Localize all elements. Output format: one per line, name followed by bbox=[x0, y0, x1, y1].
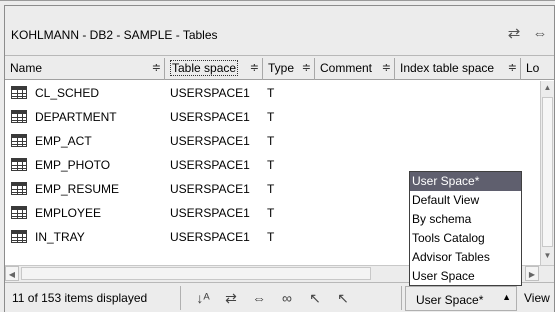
view-dropdown-menu: User Space* Default View By schema Tools… bbox=[409, 171, 522, 286]
tables-panel: KOHLMANN - DB2 - SAMPLE - Tables ⇄ ⇔ Nam… bbox=[4, 5, 555, 312]
sort-toggle-icon[interactable]: ≑ bbox=[302, 58, 311, 79]
status-bar: 11 of 153 items displayed ↓ᴬ ⇄ ⇔ ∞ ↖ ↖ U… bbox=[5, 282, 554, 312]
table-tablespace: USERSPACE1 bbox=[170, 206, 250, 220]
table-type: T bbox=[267, 182, 275, 196]
sort-az-icon[interactable]: ↓ᴬ bbox=[193, 289, 213, 307]
column-header-lo[interactable]: Lo bbox=[521, 58, 554, 80]
table-type: T bbox=[267, 110, 275, 124]
view-option[interactable]: User Space bbox=[410, 267, 521, 286]
table-name: CL_SCHED bbox=[35, 86, 100, 100]
toolbar-separator bbox=[180, 286, 181, 310]
table-tablespace: USERSPACE1 bbox=[170, 158, 250, 172]
horizontal-scroll-thumb[interactable] bbox=[21, 267, 371, 280]
table-row[interactable]: DEPARTMENT USERSPACE1 T bbox=[5, 105, 541, 129]
columns-filter-icon[interactable]: ⇄ bbox=[503, 24, 525, 44]
customize-columns-icon[interactable]: ⇔ bbox=[249, 289, 269, 307]
dropdown-arrow-icon[interactable]: ▲ bbox=[502, 292, 511, 302]
table-tablespace: USERSPACE1 bbox=[170, 182, 250, 196]
column-header-index-tablespace[interactable]: Index table space ≑ bbox=[395, 58, 521, 80]
table-name: EMP_RESUME bbox=[35, 182, 120, 196]
sort-toggle-icon[interactable]: ≑ bbox=[382, 58, 391, 79]
sort-toggle-icon[interactable]: ≑ bbox=[508, 58, 517, 79]
table-icon bbox=[11, 230, 27, 243]
customize-columns-icon[interactable]: ⇔ bbox=[529, 24, 551, 44]
table-row[interactable]: EMP_ACT USERSPACE1 T bbox=[5, 129, 541, 153]
table-name: EMP_ACT bbox=[35, 134, 92, 148]
deselect-all-icon[interactable]: ↖ bbox=[333, 289, 353, 307]
column-header-tablespace[interactable]: Table space ≑ bbox=[165, 58, 263, 80]
table-icon bbox=[11, 86, 27, 99]
table-icon bbox=[11, 134, 27, 147]
sort-toggle-icon[interactable]: ≑ bbox=[152, 58, 161, 79]
view-option[interactable]: Tools Catalog bbox=[410, 229, 521, 248]
view-option[interactable]: Default View bbox=[410, 191, 521, 210]
page-title: KOHLMANN - DB2 - SAMPLE - Tables bbox=[11, 28, 218, 42]
table-icon bbox=[11, 110, 27, 123]
filter-icon[interactable]: ⇄ bbox=[221, 289, 241, 307]
table-row[interactable]: CL_SCHED USERSPACE1 T bbox=[5, 81, 541, 105]
items-count: 11 of 153 items displayed bbox=[12, 291, 148, 305]
table-name: EMP_PHOTO bbox=[35, 158, 111, 172]
grid-header: Name ≑ Table space ≑ Type ≑ Comment ≑ In… bbox=[5, 58, 554, 80]
table-icon bbox=[11, 182, 27, 195]
tables-window: KOHLMANN - DB2 - SAMPLE - Tables ⇄ ⇔ Nam… bbox=[0, 0, 555, 312]
table-type: T bbox=[267, 206, 275, 220]
view-option[interactable]: User Space* bbox=[410, 172, 521, 191]
table-tablespace: USERSPACE1 bbox=[170, 110, 250, 124]
table-icon bbox=[11, 158, 27, 171]
scroll-down-arrow-icon[interactable]: ▼ bbox=[541, 249, 554, 263]
select-all-icon[interactable]: ↖ bbox=[305, 289, 325, 307]
toolbar-separator bbox=[401, 286, 402, 310]
table-type: T bbox=[267, 86, 275, 100]
table-tablespace: USERSPACE1 bbox=[170, 230, 250, 244]
column-header-comment[interactable]: Comment ≑ bbox=[315, 58, 395, 80]
table-icon bbox=[11, 206, 27, 219]
view-select-value: User Space* bbox=[416, 293, 484, 307]
find-binoculars-icon[interactable]: ∞ bbox=[277, 289, 297, 307]
vertical-scroll-thumb[interactable] bbox=[542, 97, 553, 247]
table-tablespace: USERSPACE1 bbox=[170, 86, 250, 100]
table-type: T bbox=[267, 134, 275, 148]
sort-toggle-icon[interactable]: ≑ bbox=[250, 58, 259, 79]
scroll-left-arrow-icon[interactable]: ◀ bbox=[5, 266, 19, 281]
view-select[interactable]: User Space* ▲ bbox=[405, 286, 517, 311]
view-option[interactable]: By schema bbox=[410, 210, 521, 229]
table-type: T bbox=[267, 158, 275, 172]
view-button[interactable]: View bbox=[524, 291, 550, 305]
vertical-scrollbar[interactable]: ▲ ▼ bbox=[540, 81, 554, 265]
scroll-up-arrow-icon[interactable]: ▲ bbox=[541, 81, 554, 95]
table-name: EMPLOYEE bbox=[35, 206, 102, 220]
table-type: T bbox=[267, 230, 275, 244]
table-name: IN_TRAY bbox=[35, 230, 85, 244]
view-option[interactable]: Advisor Tables bbox=[410, 248, 521, 267]
column-header-name[interactable]: Name ≑ bbox=[5, 58, 165, 80]
column-header-type[interactable]: Type ≑ bbox=[263, 58, 315, 80]
scroll-right-arrow-icon[interactable]: ▶ bbox=[525, 266, 539, 281]
table-tablespace: USERSPACE1 bbox=[170, 134, 250, 148]
table-name: DEPARTMENT bbox=[35, 110, 117, 124]
panel-titlebar: KOHLMANN - DB2 - SAMPLE - Tables ⇄ ⇔ bbox=[5, 6, 554, 56]
